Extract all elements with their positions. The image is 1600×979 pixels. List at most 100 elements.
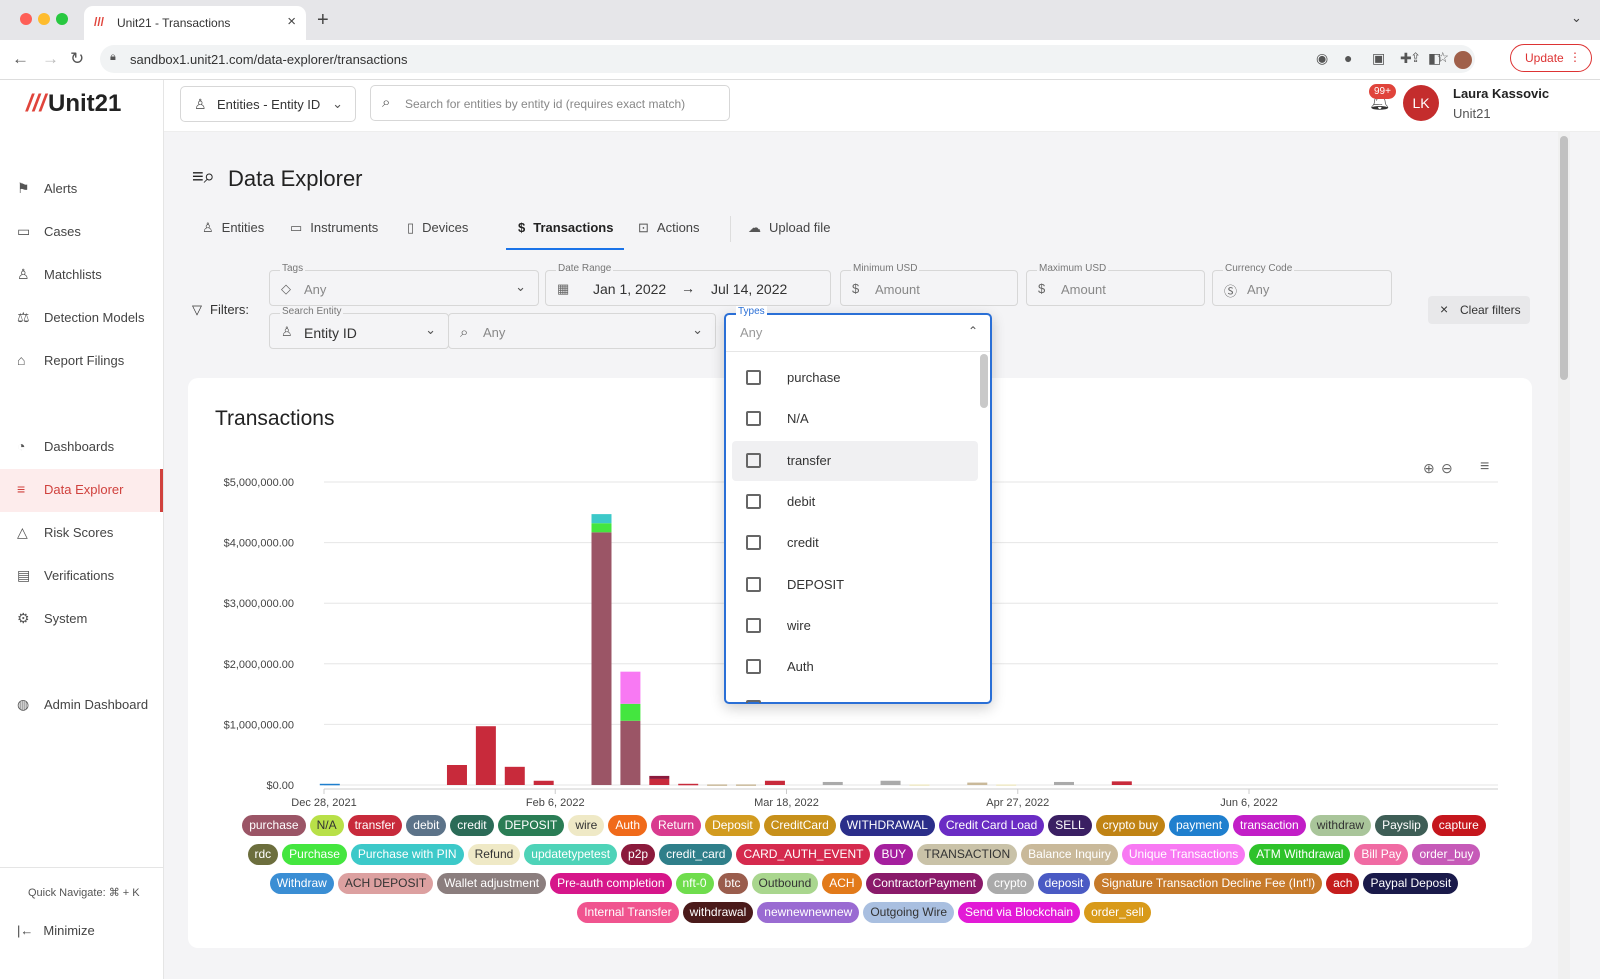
type-option[interactable]: Return [732, 688, 978, 703]
bar-segment[interactable] [620, 671, 641, 704]
legend-item[interactable]: debit [406, 815, 447, 836]
bar-segment[interactable] [649, 775, 670, 779]
type-option[interactable]: DEPOSIT [732, 565, 978, 605]
types-search-input[interactable]: Any [740, 325, 762, 340]
legend-item[interactable]: ach [1326, 873, 1360, 894]
legend-item[interactable]: N/A [309, 815, 344, 836]
legend-item[interactable]: Balance Inquiry [1021, 844, 1118, 865]
sidebar-item-detection-models[interactable]: ⚖ Detection Models [0, 297, 163, 340]
sidebar-item-admin-dashboard[interactable]: ◍ Admin Dashboard [0, 684, 163, 727]
bar-segment[interactable] [880, 780, 901, 785]
bar-segment[interactable] [504, 766, 525, 785]
sidebar-toggle-icon[interactable]: ◧ [1428, 50, 1441, 67]
update-button[interactable]: Update ⋮ [1510, 44, 1592, 72]
type-checkbox[interactable] [746, 411, 761, 427]
tab-search-icon[interactable]: ⌄ [1571, 10, 1582, 26]
tab-instruments[interactable]: ▭ Instruments [290, 220, 378, 236]
extension-icon[interactable]: ◉ [1316, 50, 1328, 67]
bar-segment[interactable] [591, 532, 612, 785]
page-scrollbar[interactable] [1558, 132, 1570, 979]
legend-item[interactable]: ContractorPayment [865, 873, 983, 894]
legend-item[interactable]: CARD_AUTH_EVENT [736, 844, 871, 865]
chevron-up-icon[interactable]: ⌃ [968, 324, 978, 338]
legend-item[interactable]: crypto [986, 873, 1034, 894]
extension-icon[interactable]: ▣ [1372, 50, 1385, 67]
legend-item[interactable]: Unique Transactions [1121, 844, 1246, 865]
legend-item[interactable]: btc [717, 873, 748, 894]
type-checkbox[interactable] [746, 452, 761, 468]
entity-search-input[interactable]: ⌕ Search for entities by entity id (requ… [370, 85, 730, 121]
tab-upload-file[interactable]: ☁ Upload file [748, 220, 830, 236]
bar-segment[interactable] [707, 784, 728, 786]
legend-item[interactable]: Refund [467, 844, 521, 865]
bar-segment[interactable] [533, 780, 554, 785]
type-option[interactable]: wire [732, 606, 978, 646]
scrollbar-thumb[interactable] [1560, 136, 1568, 380]
date-range-picker[interactable]: Date Range ▦ Jan 1, 2022 → Jul 14, 2022 [545, 263, 831, 306]
search-entity-select[interactable]: Search Entity ♙ Entity ID ⌄ [269, 306, 449, 349]
sidebar-item-dashboards[interactable]: ◔ Dashboards [0, 426, 163, 469]
type-option[interactable]: debit [732, 482, 978, 522]
sidebar-item-data-explorer[interactable]: ≡ Data Explorer [0, 469, 163, 512]
tags-select[interactable]: Tags ◇ Any ⌄ [269, 263, 539, 306]
type-option[interactable]: Auth [732, 647, 978, 687]
clear-filters-button[interactable]: × Clear filters [1428, 296, 1530, 324]
type-checkbox[interactable] [746, 493, 761, 509]
bar-segment[interactable] [736, 784, 757, 786]
bar-segment[interactable] [620, 703, 641, 721]
legend-item[interactable]: Outbound [751, 873, 819, 894]
legend-item[interactable]: order_buy [1412, 844, 1481, 865]
avatar[interactable]: LK [1403, 85, 1439, 121]
legend-item[interactable]: Withdraw [269, 873, 334, 894]
bar-segment[interactable] [996, 784, 1017, 786]
entity-type-select[interactable]: ♙ Entities - Entity ID ⌄ [180, 86, 356, 122]
new-tab-icon[interactable]: + [317, 9, 329, 32]
tab-devices[interactable]: ▯ Devices [407, 220, 468, 236]
bar-segment[interactable] [319, 783, 340, 786]
legend-item[interactable]: nft-0 [675, 873, 714, 894]
minimum-usd-input[interactable]: Minimum USD $ Amount [840, 263, 1018, 306]
legend-item[interactable]: withdraw [1309, 815, 1372, 836]
minimize-window-icon[interactable] [38, 13, 50, 25]
list-scrollbar-thumb[interactable] [980, 354, 988, 408]
bar-segment[interactable] [678, 783, 699, 786]
legend-item[interactable]: newnewnewnew [757, 902, 860, 923]
legend-item[interactable]: crypto buy [1095, 815, 1165, 836]
legend-item[interactable]: Purchase with PIN [350, 844, 464, 865]
sidebar-item-cases[interactable]: ▭ Cases [0, 211, 163, 254]
type-checkbox[interactable] [746, 700, 761, 703]
legend-item[interactable]: TRANSACTION [917, 844, 1018, 865]
minimize-button[interactable]: |← Minimize [17, 923, 95, 938]
legend-item[interactable]: Wallet adjustment [437, 873, 547, 894]
legend-item[interactable]: p2p [621, 844, 656, 865]
legend-item[interactable]: SELL [1048, 815, 1092, 836]
legend-item[interactable]: deposit [1037, 873, 1091, 894]
bar-segment[interactable] [591, 523, 612, 533]
legend-item[interactable]: payment [1169, 815, 1230, 836]
sidebar-item-alerts[interactable]: ⚑ Alerts [0, 168, 163, 211]
sidebar-item-risk-scores[interactable]: △ Risk Scores [0, 512, 163, 555]
type-checkbox[interactable] [746, 370, 761, 385]
type-option[interactable]: N/A [732, 399, 978, 439]
type-checkbox[interactable] [746, 576, 761, 592]
bar-segment[interactable] [475, 726, 496, 785]
puzzle-icon[interactable]: ✚ [1400, 50, 1412, 67]
profile-avatar[interactable] [1454, 51, 1472, 69]
legend-item[interactable]: ACH [822, 873, 862, 894]
unit21-logo[interactable]: ///Unit21 [26, 90, 121, 118]
bar-segment[interactable] [446, 765, 467, 785]
legend-item[interactable]: Purchase [282, 844, 347, 865]
bar-segment[interactable] [764, 780, 785, 785]
back-icon[interactable]: ← [12, 49, 29, 69]
legend-item[interactable]: Auth [608, 815, 648, 836]
sidebar-item-verifications[interactable]: ▤ Verifications [0, 555, 163, 598]
legend-item[interactable]: credit_card [659, 844, 733, 865]
type-checkbox[interactable] [746, 535, 761, 551]
bar-segment[interactable] [1054, 781, 1074, 785]
legend-item[interactable]: Return [651, 815, 702, 836]
reload-icon[interactable]: ↻ [70, 49, 84, 69]
legend-item[interactable]: Internal Transfer [577, 902, 679, 923]
bar-segment[interactable] [909, 784, 930, 786]
tab-entities[interactable]: ♙ Entities [202, 220, 264, 236]
forward-icon[interactable]: → [42, 49, 59, 69]
